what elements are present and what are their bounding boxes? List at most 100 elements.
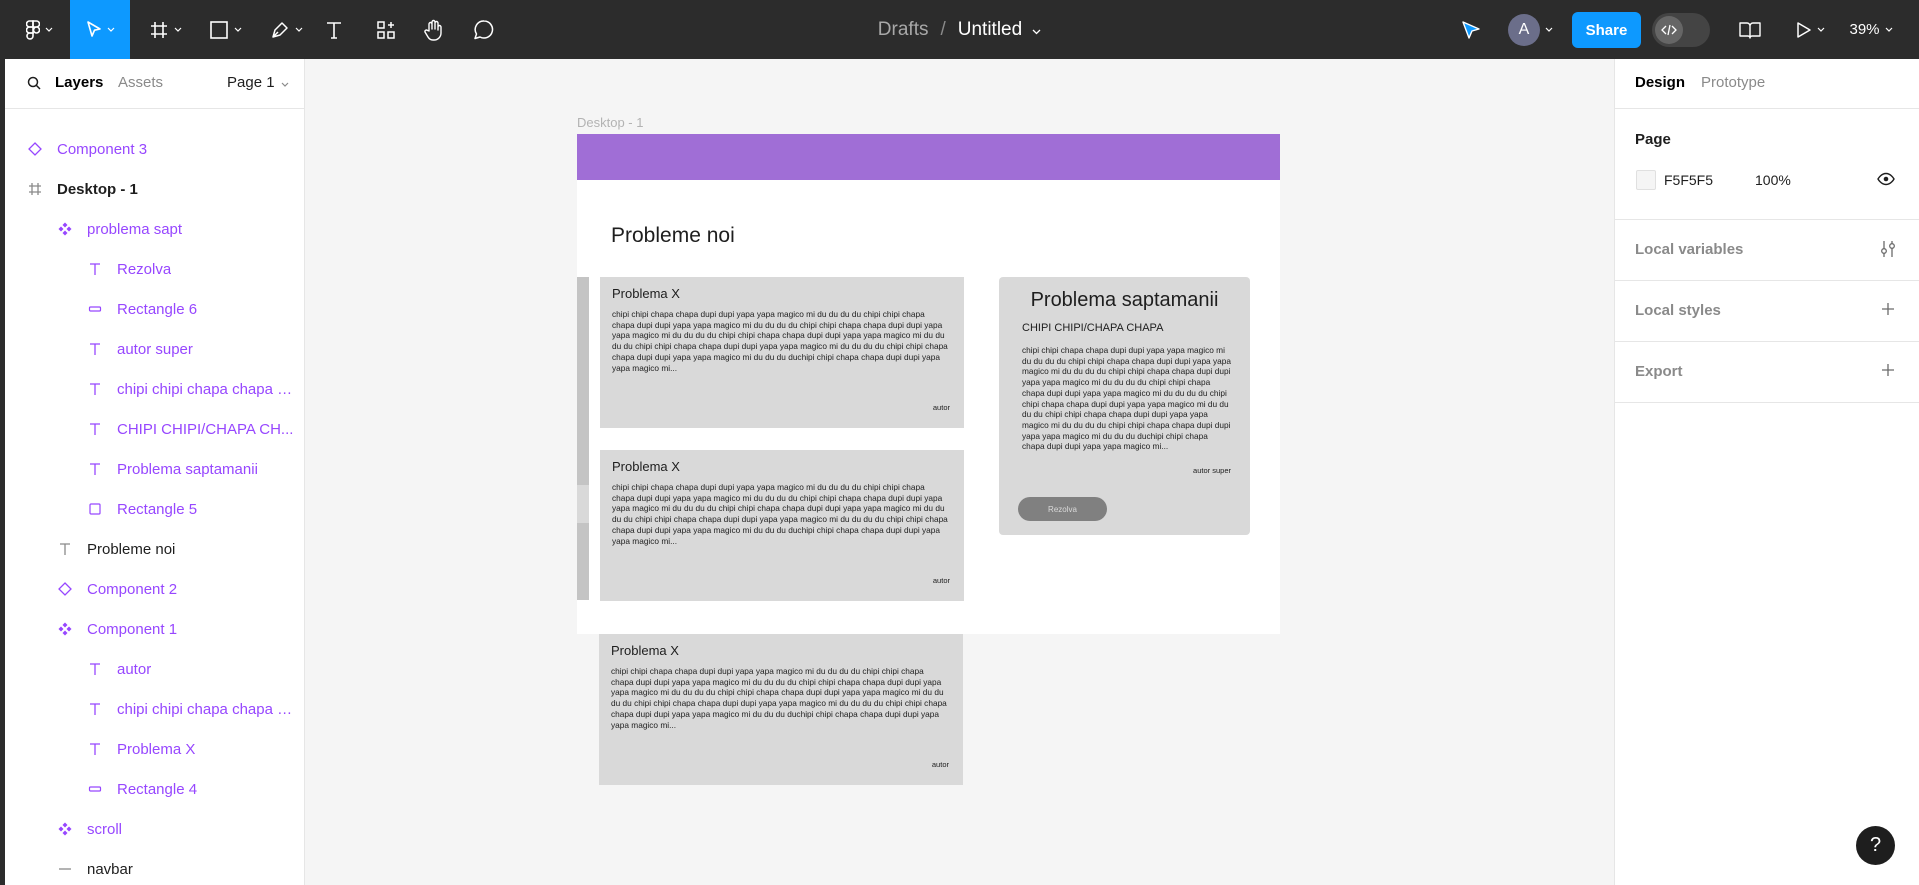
toolbar: Drafts / Untitled A Share 39% bbox=[0, 0, 1919, 59]
collaborator-avatar-button[interactable]: A bbox=[1503, 0, 1558, 59]
page-opacity-value[interactable]: 100% bbox=[1755, 172, 1791, 188]
export-section[interactable]: Export bbox=[1615, 342, 1919, 403]
hand-icon bbox=[423, 19, 445, 41]
layer-name: Rectangle 5 bbox=[117, 500, 198, 518]
page-section-label: Page bbox=[1635, 131, 1671, 148]
layer-name: scroll bbox=[87, 820, 123, 838]
figma-logo-icon bbox=[25, 19, 40, 40]
layer-row[interactable]: Desktop - 1 bbox=[5, 169, 304, 209]
canvas[interactable]: Desktop - 1 Probleme noi Problema X chip… bbox=[305, 59, 1614, 885]
tab-layers[interactable]: Layers bbox=[55, 74, 103, 91]
hand-tool-button[interactable] bbox=[421, 0, 447, 59]
cursor-icon bbox=[1460, 19, 1482, 41]
layer-row[interactable]: Rezolva bbox=[5, 249, 304, 289]
component-icon bbox=[27, 141, 43, 157]
frame-label[interactable]: Desktop - 1 bbox=[577, 115, 643, 130]
layer-name: Component 1 bbox=[87, 620, 178, 638]
multiplayer-cursors-button[interactable] bbox=[1451, 0, 1491, 59]
page-color-value[interactable]: F5F5F5 bbox=[1664, 172, 1713, 188]
layer-row[interactable]: Problema X bbox=[5, 729, 304, 769]
help-button[interactable]: ? bbox=[1856, 826, 1895, 865]
frame-tool-button[interactable] bbox=[143, 0, 188, 59]
layer-row[interactable]: Component 1 bbox=[5, 609, 304, 649]
card-title: Problema X bbox=[611, 643, 679, 658]
rectangle-flat-icon bbox=[87, 301, 103, 317]
page-color-swatch[interactable] bbox=[1636, 170, 1656, 190]
scroll-thumb[interactable] bbox=[577, 485, 589, 523]
pen-icon bbox=[270, 20, 290, 40]
layer-row[interactable]: Problema saptamanii bbox=[5, 449, 304, 489]
layer-name: Desktop - 1 bbox=[57, 180, 138, 198]
frame-icon bbox=[27, 181, 43, 197]
local-styles-section[interactable]: Local styles bbox=[1615, 281, 1919, 342]
rezolva-button[interactable]: Rezolva bbox=[1018, 497, 1107, 521]
rectangle-flat-icon bbox=[87, 781, 103, 797]
problem-card[interactable]: Problema X chipi chipi chapa chapa dupi … bbox=[600, 450, 964, 601]
zoom-menu[interactable]: 39% bbox=[1846, 0, 1896, 59]
section-heading[interactable]: Probleme noi bbox=[611, 224, 735, 248]
layer-row[interactable]: Component 3 bbox=[5, 129, 304, 169]
plus-icon[interactable] bbox=[1881, 302, 1895, 321]
featured-body: chipi chipi chapa chapa dupi dupi yapa y… bbox=[1022, 345, 1231, 452]
chevron-down-icon bbox=[107, 27, 115, 32]
eye-icon[interactable] bbox=[1877, 172, 1895, 191]
problem-card[interactable]: Problema X chipi chipi chapa chapa dupi … bbox=[600, 277, 964, 428]
featured-problem-card[interactable]: Problema saptamanii CHIPI CHIPI/CHAPA CH… bbox=[999, 277, 1250, 535]
layer-name: Rezolva bbox=[117, 260, 172, 278]
layer-row[interactable]: CHIPI CHIPI/CHAPA CH... bbox=[5, 409, 304, 449]
document-title[interactable]: Untitled bbox=[958, 19, 1022, 41]
layer-row[interactable]: scroll bbox=[5, 809, 304, 849]
layer-row[interactable]: Probleme noi bbox=[5, 529, 304, 569]
tab-assets[interactable]: Assets bbox=[118, 74, 163, 91]
component-instance-icon bbox=[57, 621, 73, 637]
dev-mode-toggle[interactable] bbox=[1652, 0, 1710, 59]
scroll-strip[interactable] bbox=[577, 277, 589, 600]
line-icon bbox=[57, 861, 73, 877]
local-variables-section[interactable]: Local variables bbox=[1615, 220, 1919, 281]
component-instance-icon bbox=[57, 821, 73, 837]
chevron-down-icon bbox=[1817, 27, 1825, 32]
chevron-down-icon bbox=[174, 27, 182, 32]
plus-icon[interactable] bbox=[1881, 363, 1895, 382]
move-tool-button[interactable] bbox=[70, 0, 130, 59]
share-button[interactable]: Share bbox=[1572, 12, 1641, 48]
resources-tool-button[interactable] bbox=[373, 0, 399, 59]
library-button[interactable] bbox=[1736, 0, 1764, 59]
layer-row[interactable]: autor bbox=[5, 649, 304, 689]
navbar[interactable] bbox=[577, 134, 1280, 180]
card-author: autor bbox=[932, 576, 950, 585]
comment-tool-button[interactable] bbox=[471, 0, 497, 59]
text-icon bbox=[324, 20, 344, 40]
layer-row[interactable]: chipi chipi chapa chapa d... bbox=[5, 369, 304, 409]
featured-author: autor super bbox=[1193, 466, 1231, 475]
right-panel-tabs: Design Prototype bbox=[1615, 59, 1919, 109]
main-menu-button[interactable] bbox=[18, 0, 60, 59]
layer-row[interactable]: Rectangle 5 bbox=[5, 489, 304, 529]
component-icon bbox=[57, 581, 73, 597]
search-icon[interactable] bbox=[27, 76, 41, 94]
left-panel: Layers Assets Page 1 Component 3 Desktop … bbox=[5, 59, 305, 885]
chevron-down-icon bbox=[1885, 27, 1893, 32]
text-tool-button[interactable] bbox=[322, 0, 346, 59]
layer-row[interactable]: Component 2 bbox=[5, 569, 304, 609]
page-selector[interactable]: Page 1 bbox=[227, 74, 289, 91]
layer-row[interactable]: problema sapt bbox=[5, 209, 304, 249]
tab-design[interactable]: Design bbox=[1635, 74, 1685, 91]
chevron-down-icon bbox=[45, 27, 53, 32]
layer-row[interactable]: chipi chipi chapa chapa d... bbox=[5, 689, 304, 729]
layer-row[interactable]: Rectangle 4 bbox=[5, 769, 304, 809]
layer-row[interactable]: navbar bbox=[5, 849, 304, 885]
tab-prototype[interactable]: Prototype bbox=[1701, 74, 1765, 91]
breadcrumb-drafts[interactable]: Drafts bbox=[878, 19, 929, 41]
featured-title: Problema saptamanii bbox=[1030, 289, 1219, 311]
chevron-down-icon[interactable] bbox=[1032, 19, 1041, 41]
layer-name: Rectangle 6 bbox=[117, 300, 198, 318]
pen-tool-button[interactable] bbox=[264, 0, 309, 59]
layer-row[interactable]: Rectangle 6 bbox=[5, 289, 304, 329]
problem-card[interactable]: Problema X chipi chipi chapa chapa dupi … bbox=[599, 634, 963, 785]
shape-tool-button[interactable] bbox=[203, 0, 248, 59]
comment-icon bbox=[473, 19, 495, 41]
variables-icon[interactable] bbox=[1880, 240, 1896, 263]
present-button[interactable] bbox=[1792, 0, 1828, 59]
layer-row[interactable]: autor super bbox=[5, 329, 304, 369]
